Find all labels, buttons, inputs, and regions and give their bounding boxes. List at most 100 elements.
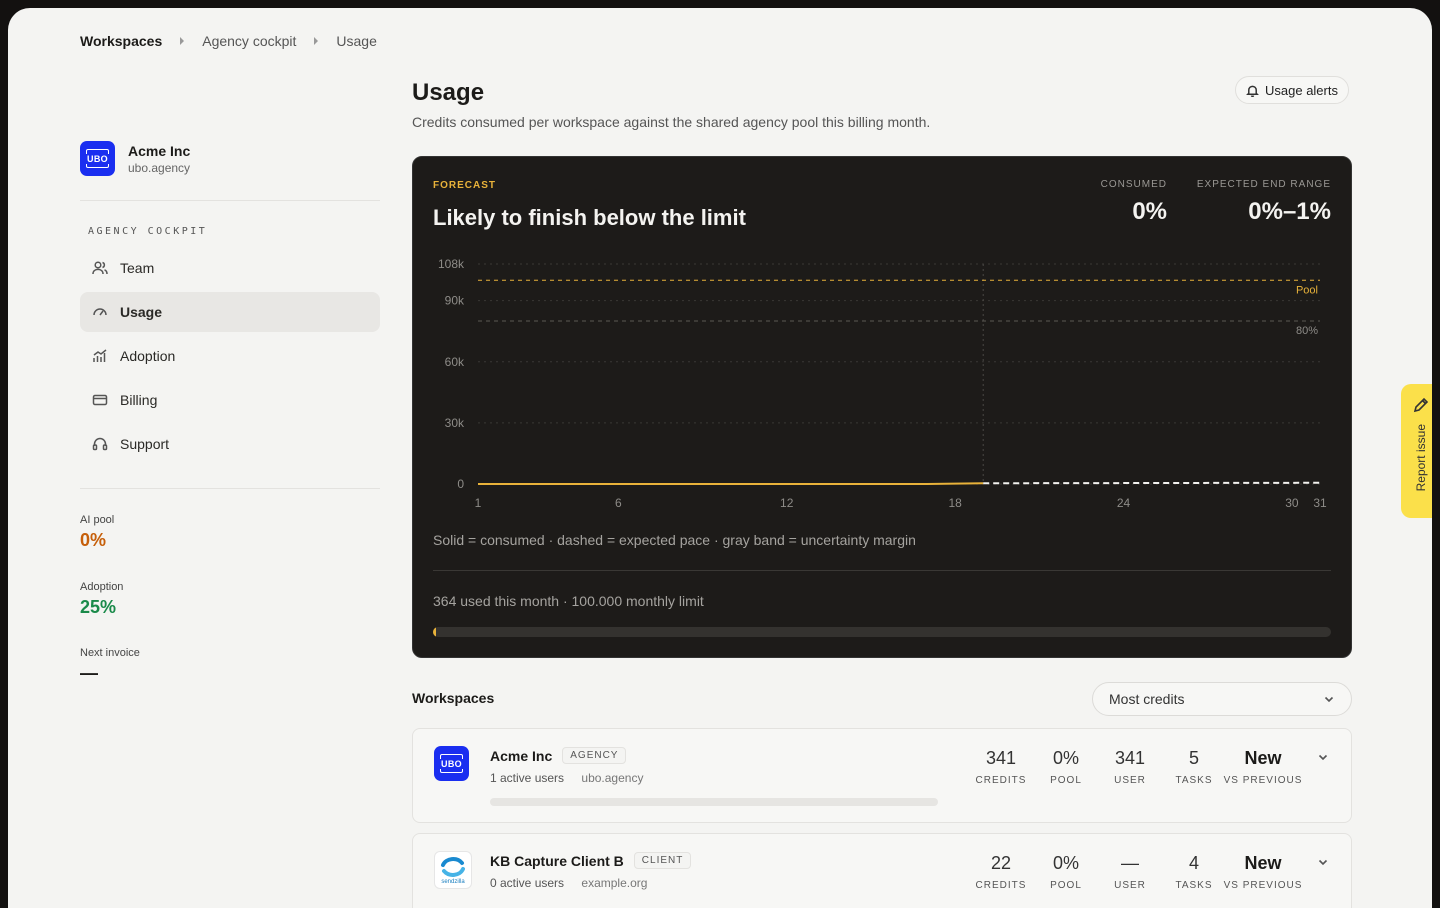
consumed-line <box>478 483 983 484</box>
stat-label: Next invoice <box>80 647 140 659</box>
y-tick-label: 108k <box>438 257 465 271</box>
x-tick-label: 6 <box>615 496 622 510</box>
chevron-down-icon[interactable] <box>1317 751 1329 763</box>
forecast-card: FORECAST Likely to finish below the limi… <box>412 156 1352 658</box>
stat-value: 25% <box>80 597 123 618</box>
workspace-name: Acme Inc <box>490 748 552 764</box>
workspace-row[interactable]: UBO Acme Inc AGENCY 1 active users ubo.a… <box>412 728 1352 823</box>
sidebar-item-label: Usage <box>120 304 162 320</box>
stat-next-invoice: Next invoice — <box>80 647 140 684</box>
x-tick-label: 18 <box>948 496 962 510</box>
sendzilla-logo: sendzilla <box>434 851 472 889</box>
report-issue-label: Report issue <box>1414 424 1428 491</box>
sidebar-item-label: Team <box>120 260 154 276</box>
consumed-label: CONSUMED <box>1101 179 1167 190</box>
breadcrumb-agency-cockpit[interactable]: Agency cockpit <box>202 33 296 49</box>
usage-summary: 364 used this month · 100.000 monthly li… <box>433 593 704 609</box>
workspace-users: 1 active users <box>490 771 564 785</box>
breadcrumb: Workspaces Agency cockpit Usage <box>80 33 377 49</box>
sidebar-item-label: Billing <box>120 392 157 408</box>
sort-select[interactable]: Most credits <box>1092 682 1352 716</box>
sidebar-nav: Team Usage Adoption Billing Support <box>80 248 380 468</box>
x-tick-label: 30 <box>1285 496 1299 510</box>
consumed-metric: CONSUMED 0% <box>1101 179 1167 226</box>
sidebar-item-billing[interactable]: Billing <box>80 380 380 420</box>
workspace-logo: UBO <box>434 746 469 781</box>
workspace-vs-previous: NewVS PREVIOUS <box>1223 748 1303 786</box>
workspace-tag: CLIENT <box>634 852 692 869</box>
breadcrumb-workspaces[interactable]: Workspaces <box>80 33 162 49</box>
sort-select-value: Most credits <box>1109 691 1184 707</box>
app-window: Workspaces Agency cockpit Usage UBO Acme… <box>8 8 1432 908</box>
workspace-name: KB Capture Client B <box>490 853 624 869</box>
gauge-icon <box>92 304 108 320</box>
end-range-metric: EXPECTED END RANGE 0%–1% <box>1197 179 1331 226</box>
org-name: Acme Inc <box>128 143 190 159</box>
x-tick-label: 1 <box>475 496 482 510</box>
workspace-domain: example.org <box>581 876 647 890</box>
sidebar-divider <box>80 200 380 201</box>
forecast-headline: Likely to finish below the limit <box>433 205 746 231</box>
y-tick-label: 30k <box>445 416 465 430</box>
x-tick-label: 31 <box>1313 496 1327 510</box>
end-range-label: EXPECTED END RANGE <box>1197 179 1331 190</box>
sidebar-item-label: Adoption <box>120 348 175 364</box>
workspace-row[interactable]: sendzilla KB Capture Client B CLIENT 0 a… <box>412 833 1352 908</box>
workspace-domain: ubo.agency <box>581 771 643 785</box>
page-subtitle: Credits consumed per workspace against t… <box>412 114 930 130</box>
usage-progress-fill <box>433 627 436 637</box>
threshold-line-label: 80% <box>1296 325 1318 337</box>
stat-adoption: Adoption 25% <box>80 581 123 618</box>
x-tick-label: 12 <box>780 496 794 510</box>
chevron-down-icon[interactable] <box>1317 856 1329 868</box>
workspace-vs-previous: NewVS PREVIOUS <box>1223 853 1303 891</box>
chart-icon <box>92 348 108 364</box>
usage-progress-bar <box>433 627 1331 637</box>
workspace-usage-track <box>490 798 938 806</box>
org-domain: ubo.agency <box>128 161 190 175</box>
usage-alerts-button[interactable]: Usage alerts <box>1235 76 1349 104</box>
end-range-value: 0%–1% <box>1197 198 1331 226</box>
stat-label: AI pool <box>80 514 114 526</box>
usage-alerts-label: Usage alerts <box>1265 83 1338 98</box>
sidebar-item-usage[interactable]: Usage <box>80 292 380 332</box>
breadcrumb-separator-icon <box>314 37 318 45</box>
report-issue-button[interactable]: Report issue <box>1401 384 1432 518</box>
pencil-icon <box>1412 396 1430 414</box>
org-switcher[interactable]: UBO Acme Inc ubo.agency <box>80 141 190 176</box>
users-icon <box>92 260 108 276</box>
breadcrumb-usage: Usage <box>336 33 376 49</box>
stat-value: — <box>80 663 140 684</box>
sidebar-item-adoption[interactable]: Adoption <box>80 336 380 376</box>
page-title: Usage <box>412 79 484 107</box>
bell-icon <box>1246 84 1259 97</box>
sidebar-divider <box>80 488 380 489</box>
forecast-divider <box>433 570 1331 571</box>
workspaces-title: Workspaces <box>412 690 494 706</box>
forecast-chart: 0 30k 60k 90k 108k 1 6 12 18 24 30 31 Pool 80% <box>413 252 1351 517</box>
org-logo: UBO <box>80 141 115 176</box>
sidebar-item-support[interactable]: Support <box>80 424 380 464</box>
stat-ai-pool: AI pool 0% <box>80 514 114 551</box>
workspace-tasks: 4TASKS <box>1154 853 1234 891</box>
stat-value: 0% <box>80 530 114 551</box>
workspace-tag: AGENCY <box>562 747 626 764</box>
headset-icon <box>92 436 108 452</box>
sidebar-section-label: AGENCY COCKPIT <box>88 226 207 237</box>
pool-line-label: Pool <box>1296 284 1318 296</box>
sidebar-item-team[interactable]: Team <box>80 248 380 288</box>
stat-label: Adoption <box>80 581 123 593</box>
breadcrumb-separator-icon <box>180 37 184 45</box>
sidebar-item-label: Support <box>120 436 169 452</box>
y-tick-label: 60k <box>445 355 465 369</box>
card-icon <box>92 392 108 408</box>
chevron-down-icon <box>1323 693 1335 705</box>
y-tick-label: 0 <box>457 477 464 491</box>
workspace-tasks: 5TASKS <box>1154 748 1234 786</box>
consumed-value: 0% <box>1101 198 1167 226</box>
workspace-users: 0 active users <box>490 876 564 890</box>
x-tick-label: 24 <box>1117 496 1131 510</box>
forecast-kicker: FORECAST <box>433 180 496 191</box>
chart-legend: Solid = consumed · dashed = expected pac… <box>433 532 916 548</box>
y-tick-label: 90k <box>445 294 465 308</box>
